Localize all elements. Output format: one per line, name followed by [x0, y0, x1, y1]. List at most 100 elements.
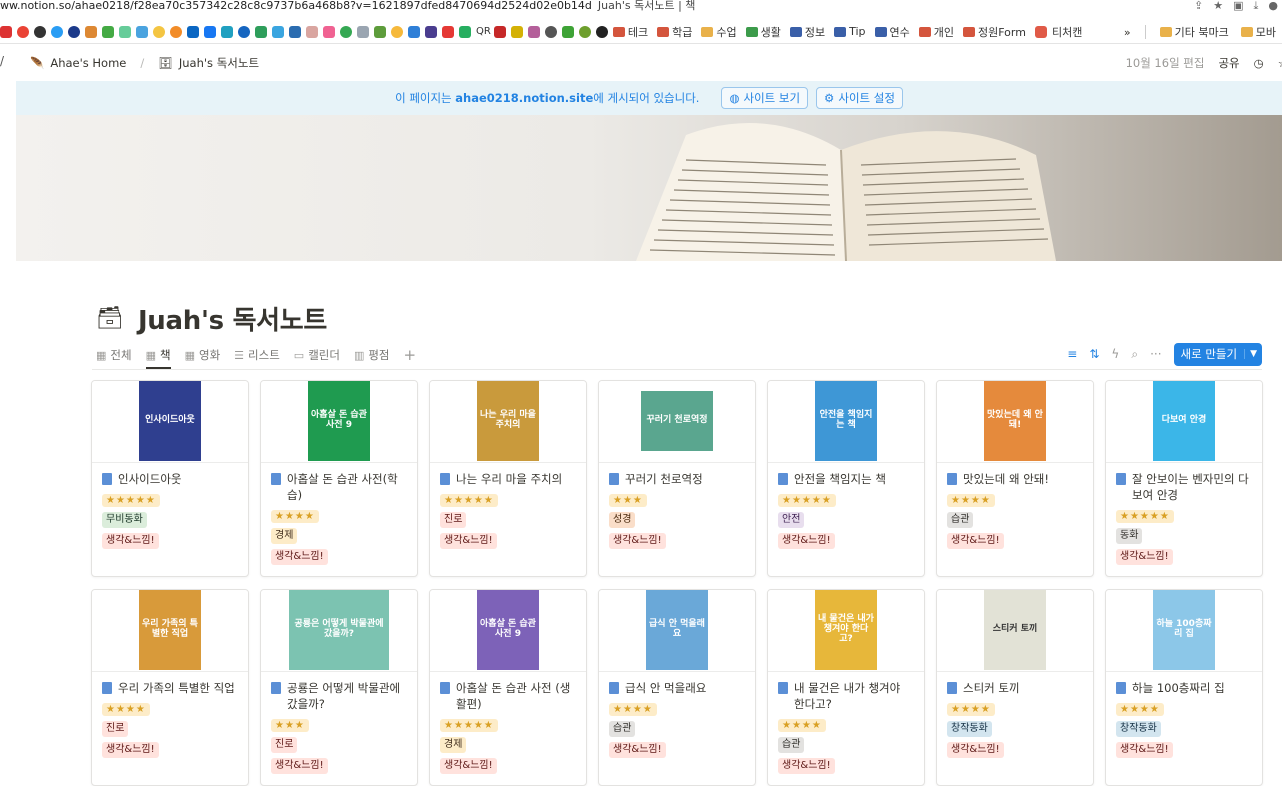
bookmark-icon[interactable]	[51, 25, 63, 38]
bookmark-icon[interactable]	[340, 25, 352, 38]
history-icon[interactable]: ◷	[1254, 56, 1264, 70]
blue-book-icon	[947, 473, 957, 485]
bookmark-teachercan[interactable]: 티처캔	[1034, 24, 1082, 40]
bookmark-folder-lesson[interactable]: 수업	[701, 24, 737, 40]
bookmark-icon[interactable]	[153, 25, 165, 38]
tab-books[interactable]: ▦ 책	[145, 342, 171, 369]
tab-list[interactable]: ☰ 리스트	[234, 342, 280, 368]
bookmarks-overflow-button[interactable]: »	[1124, 26, 1131, 39]
book-card[interactable]: 급식 안 먹을래요 급식 안 먹을래요 ★★★★ 습관 생각&느낌!	[598, 589, 756, 786]
bookmark-folder-class[interactable]: 학급	[657, 24, 692, 40]
automation-lightning-icon[interactable]: ϟ	[1111, 347, 1119, 361]
share-page-icon[interactable]: ⇪	[1194, 0, 1203, 12]
bookmark-icon[interactable]	[255, 25, 267, 38]
bookmark-icon[interactable]	[17, 25, 29, 38]
book-card[interactable]: 나는 우리 마을 주치의 나는 우리 마을 주치의 ★★★★★ 진로 생각&느낌!	[429, 380, 587, 577]
bookmark-icon[interactable]	[306, 25, 318, 38]
bookmark-icon[interactable]	[595, 25, 608, 38]
qr-bookmark[interactable]: QR	[476, 26, 491, 37]
extension-icon[interactable]: ▣	[1233, 0, 1243, 12]
bookmark-folder-other[interactable]: 기타 북마크	[1159, 24, 1229, 40]
tab-rating[interactable]: ▥ 평점	[354, 342, 390, 368]
bookmark-icon[interactable]	[221, 25, 233, 38]
bookmark-folder-mobile[interactable]: 모바	[1240, 24, 1276, 40]
view-tabs: ▦ 전체 ▦ 책 ▦ 영화 ☰ 리스트 ▭ 캘린더 ▥ 평점 +	[96, 342, 417, 369]
book-card[interactable]: 꾸러기 천로역정 꾸러기 천로역정 ★★★ 성경 생각&느낌!	[598, 380, 756, 577]
book-card[interactable]: 인사이드아웃 인사이드아웃 ★★★★★ 무비동화 생각&느낌!	[91, 380, 249, 577]
bookmark-icon[interactable]	[510, 25, 523, 38]
bookmark-folder-form[interactable]: 정원Form	[963, 24, 1026, 40]
bookmark-icon[interactable]	[85, 25, 97, 38]
breadcrumb-home[interactable]: Ahae's Home	[50, 56, 126, 70]
bookmark-icon[interactable]	[425, 25, 437, 38]
bookmark-icon[interactable]	[68, 25, 80, 38]
bookmark-folder-info[interactable]: 정보	[789, 24, 825, 40]
bookmark-folder-training[interactable]: 연수	[874, 24, 910, 40]
bookmark-folder-tech[interactable]: 테크	[612, 24, 648, 40]
bookmark-icon[interactable]	[357, 25, 369, 38]
bookmark-star-icon[interactable]: ★	[1213, 0, 1223, 12]
bookmark-icon[interactable]	[238, 25, 250, 38]
bookmark-icon[interactable]	[136, 25, 148, 38]
add-view-button[interactable]: +	[404, 346, 417, 364]
bookmark-icon[interactable]	[119, 25, 131, 38]
filter-icon[interactable]: ≡	[1067, 347, 1077, 361]
bookmark-icon[interactable]	[459, 25, 471, 38]
bookmark-icon[interactable]	[374, 25, 386, 38]
sidebar-toggle-icon[interactable]: /	[0, 54, 4, 68]
book-card[interactable]: 맛있는데 왜 안돼! 맛있는데 왜 안돼! ★★★★ 습관 생각&느낌!	[936, 380, 1094, 577]
bookmark-icon[interactable]	[442, 25, 454, 38]
bookmark-icon[interactable]	[527, 25, 540, 38]
bookmark-icon[interactable]	[34, 25, 46, 38]
sort-icon[interactable]: ⇅	[1089, 347, 1099, 361]
bookmark-icon[interactable]	[493, 25, 506, 38]
bookmark-icon[interactable]	[187, 25, 199, 38]
bookmark-icon[interactable]	[0, 25, 12, 38]
breadcrumb-page[interactable]: Juah's 독서노트	[179, 55, 259, 71]
book-card[interactable]: 다보여 안경 잘 안보이는 벤자민의 다보여 안경 ★★★★★ 동화 생각&느낌!	[1105, 380, 1263, 577]
tab-movies[interactable]: ▦ 영화	[185, 342, 221, 368]
published-banner: 이 페이지는 ahae0218.notion.site에 게시되어 있습니다. …	[16, 81, 1282, 115]
share-button[interactable]: 공유	[1218, 55, 1239, 71]
favorite-star-icon[interactable]: ☆	[1278, 56, 1282, 70]
bookmark-icon[interactable]	[204, 25, 216, 38]
bookmark-folder-tip[interactable]: Tip	[834, 25, 866, 38]
book-card[interactable]: 내 물건은 내가 챙겨야 한다고? 내 물건은 내가 챙겨야 한다고? ★★★★ 습관…	[767, 589, 925, 786]
globe-icon: ◍	[729, 91, 740, 105]
chevron-down-icon[interactable]: ▼	[1244, 349, 1262, 359]
bookmark-icon[interactable]	[272, 25, 284, 38]
book-card[interactable]: 우리 가족의 특별한 직업 우리 가족의 특별한 직업 ★★★★ 진로 생각&느낌!	[91, 589, 249, 786]
book-card[interactable]: 아홉살 돈 습관 사전 9 아홉살 돈 습관 사전 (생활편) ★★★★★ 경제 생각&…	[429, 589, 587, 786]
bookmark-icon[interactable]	[289, 25, 301, 38]
bookmark-icon[interactable]	[323, 25, 335, 38]
tab-calendar[interactable]: ▭ 캘린더	[294, 342, 340, 368]
card-body: 잘 안보이는 벤자민의 다보여 안경 ★★★★★ 동화 생각&느낌!	[1106, 463, 1262, 573]
database-icon: 🗄	[158, 56, 173, 70]
page-title[interactable]: Juah's 독서노트	[138, 300, 327, 337]
bookmark-icon[interactable]	[102, 25, 114, 38]
bookmark-icon[interactable]	[408, 25, 420, 38]
book-card[interactable]: 아홉살 돈 습관 사전 9 아홉살 돈 습관 사전(학습) ★★★★ 경제 생각&느낌!	[260, 380, 418, 577]
book-card[interactable]: 안전을 책임지는 책 안전을 책임지는 책 ★★★★★ 안전 생각&느낌!	[767, 380, 925, 577]
bookmark-icon[interactable]	[170, 25, 182, 38]
browser-address-bar[interactable]: ww.notion.so/ahae0218/f28ea70c357342c28c…	[0, 0, 1282, 14]
book-card[interactable]: 하늘 100층짜리 집 하늘 100층짜리 집 ★★★★ 창작동화 생각&느낌!	[1105, 589, 1263, 786]
tab-all[interactable]: ▦ 전체	[96, 342, 132, 368]
new-item-button[interactable]: 새로 만들기 ▼	[1173, 342, 1262, 366]
bookmark-icon[interactable]	[391, 25, 403, 38]
site-settings-button[interactable]: ⚙ 사이트 설정	[816, 87, 903, 109]
download-icon[interactable]: ⤓	[1254, 0, 1259, 12]
bookmark-folder-life[interactable]: 생활	[745, 24, 781, 40]
more-options-icon[interactable]: ···	[1150, 347, 1161, 361]
url-text[interactable]: ww.notion.so/ahae0218/f28ea70c357342c28c…	[0, 0, 592, 14]
view-site-button[interactable]: ◍ 사이트 보기	[721, 87, 809, 109]
book-card[interactable]: 공룡은 어떻게 박물관에 갔을까? 공룡은 어떻게 박물관에 갔을까? ★★★ 진로 생…	[260, 589, 418, 786]
book-card[interactable]: 스티커 토끼 스티커 토끼 ★★★★ 창작동화 생각&느낌!	[936, 589, 1094, 786]
category-tag: 경제	[440, 737, 467, 753]
profile-icon[interactable]: ●	[1268, 0, 1278, 12]
search-icon[interactable]: ⌕	[1131, 347, 1138, 362]
bookmark-icon[interactable]	[561, 25, 574, 38]
bookmark-folder-personal[interactable]: 개인	[918, 24, 954, 40]
apple-icon[interactable]	[544, 25, 557, 38]
bookmark-icon[interactable]	[578, 25, 591, 38]
